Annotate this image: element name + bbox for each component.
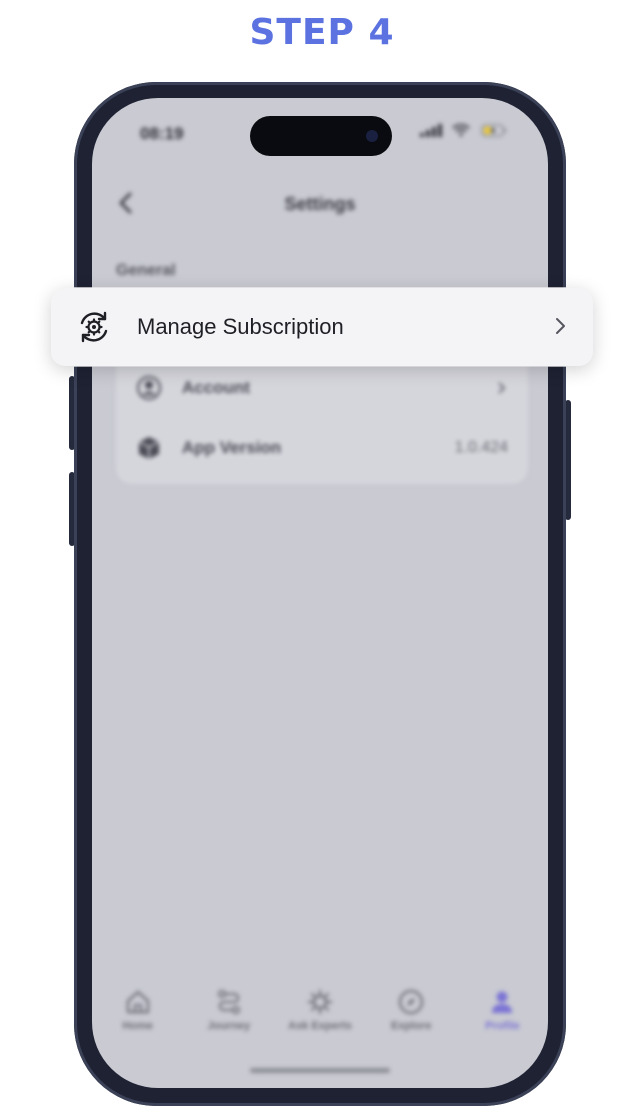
gear-sync-icon [80, 311, 108, 343]
tab-label: Profile [485, 1020, 520, 1032]
camera-dot [366, 130, 378, 142]
page-title: Settings [284, 194, 356, 214]
status-icons [420, 124, 508, 137]
tab-label: Ask Experts [288, 1020, 352, 1032]
step-title: STEP 4 [249, 12, 395, 53]
manage-subscription-label: Manage Subscription [137, 314, 344, 339]
person-icon [492, 991, 513, 1013]
tab-ask-experts[interactable]: Ask Experts [280, 988, 360, 1058]
blurred-settings-screen: 08:19 Settings General Account App Versi… [92, 98, 548, 1088]
settings-row-app-version: App Version 1.0.424 [116, 418, 528, 478]
user-circle-icon [137, 376, 161, 400]
tab-explore[interactable]: Explore [371, 988, 451, 1058]
dynamic-island [250, 116, 392, 156]
section-label-general: General [116, 262, 176, 279]
tab-journey[interactable]: Journey [189, 988, 269, 1058]
settings-row-label: Account [182, 378, 250, 397]
sparkle-gear-icon [307, 990, 332, 1014]
tab-label: Home [122, 1020, 153, 1032]
home-indicator [250, 1068, 390, 1073]
tab-label: Journey [207, 1020, 251, 1032]
tab-label: Explore [390, 1020, 432, 1032]
app-version-value: 1.0.424 [454, 439, 508, 456]
settings-row-label: App Version [182, 438, 282, 457]
tab-bar: Home Journey Ask Experts Explore Profile [92, 988, 548, 1058]
settings-row-account[interactable]: Account [116, 358, 528, 418]
cube-icon [138, 437, 160, 459]
wifi-icon [452, 124, 470, 137]
tab-profile[interactable]: Profile [462, 988, 542, 1058]
home-icon [126, 990, 149, 1014]
tab-home[interactable]: Home [98, 988, 178, 1058]
status-time: 08:19 [140, 124, 184, 143]
chevron-right-icon [556, 318, 565, 334]
manage-subscription-row[interactable]: Manage Subscription [51, 288, 593, 366]
compass-icon [399, 989, 424, 1015]
phone-screen: 08:19 Settings General Account App Versi… [92, 98, 548, 1088]
battery-charging-icon [481, 124, 507, 137]
route-icon [217, 990, 240, 1014]
cellular-signal-icon [420, 124, 442, 137]
chevron-right-icon [498, 382, 506, 394]
